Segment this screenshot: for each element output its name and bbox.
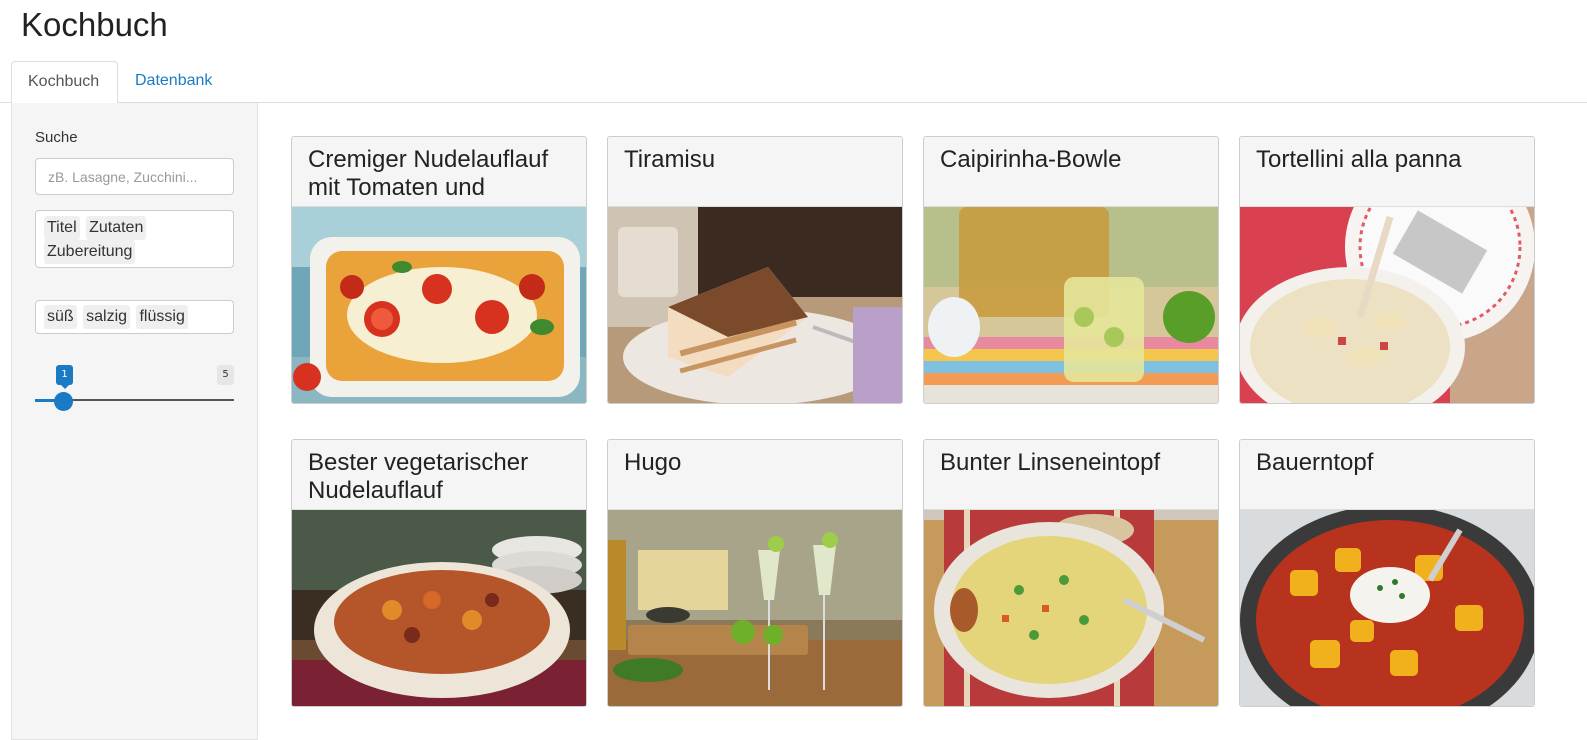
type-chip-salty[interactable]: salzig — [83, 305, 131, 329]
vegetarian-pasta-bake-image — [292, 510, 586, 706]
caipirinha-bowle-image — [924, 207, 1218, 403]
field-chip-ingredients[interactable]: Zutaten — [86, 216, 147, 240]
recipe-title: Cremiger Nudelauflauf mit Tomaten und — [292, 137, 586, 207]
search-fields-select[interactable]: Titel Zutaten Zubereitung — [35, 210, 234, 268]
lentil-stew-image — [924, 510, 1218, 706]
tiramisu-image — [608, 207, 902, 403]
field-chip-preparation[interactable]: Zubereitung — [44, 240, 136, 264]
type-chip-liquid[interactable]: flüssig — [136, 305, 188, 329]
recipe-card[interactable]: Hugo — [607, 439, 903, 707]
slider-max-badge: 5 — [217, 365, 234, 385]
recipe-card[interactable]: Cremiger Nudelauflauf mit Tomaten und — [291, 136, 587, 404]
recipe-card[interactable]: Bauerntopf — [1239, 439, 1535, 707]
recipe-card[interactable]: Bunter Linseneintopf — [923, 439, 1219, 707]
recipe-card[interactable]: Tiramisu — [607, 136, 903, 404]
hugo-cocktail-image — [608, 510, 902, 706]
recipe-card[interactable]: Bester vegetarischer Nudelauflauf — [291, 439, 587, 707]
recipe-title: Bunter Linseneintopf — [924, 440, 1218, 510]
difficulty-slider[interactable]: 1 5 — [35, 365, 234, 415]
recipe-title: Bester vegetarischer Nudelauflauf — [292, 440, 586, 510]
app-title: Kochbuch — [21, 6, 168, 43]
tortellini-image — [1240, 207, 1534, 403]
recipe-card[interactable]: Tortellini alla panna — [1239, 136, 1535, 404]
slider-handle[interactable] — [54, 392, 73, 411]
bauerntopf-image — [1240, 510, 1534, 706]
recipe-title: Tiramisu — [608, 137, 902, 207]
tab-datenbank[interactable]: Datenbank — [119, 61, 228, 103]
search-label: Suche — [35, 129, 78, 146]
recipe-title: Bauerntopf — [1240, 440, 1534, 510]
recipe-title: Hugo — [608, 440, 902, 510]
slider-value-badge: 1 — [56, 365, 73, 389]
search-input[interactable] — [35, 158, 234, 195]
sidebar: Suche Titel Zutaten Zubereitung süß salz… — [11, 103, 258, 740]
type-chip-sweet[interactable]: süß — [44, 305, 77, 329]
type-select[interactable]: süß salzig flüssig — [35, 300, 234, 334]
recipe-card[interactable]: Caipirinha-Bowle — [923, 136, 1219, 404]
field-chip-title[interactable]: Titel — [44, 216, 80, 240]
tab-kochbuch[interactable]: Kochbuch — [11, 61, 118, 104]
tab-bar: Kochbuch Datenbank — [0, 61, 1587, 104]
recipe-title: Tortellini alla panna — [1240, 137, 1534, 207]
recipe-title: Caipirinha-Bowle — [924, 137, 1218, 207]
pasta-bake-image — [292, 207, 586, 403]
